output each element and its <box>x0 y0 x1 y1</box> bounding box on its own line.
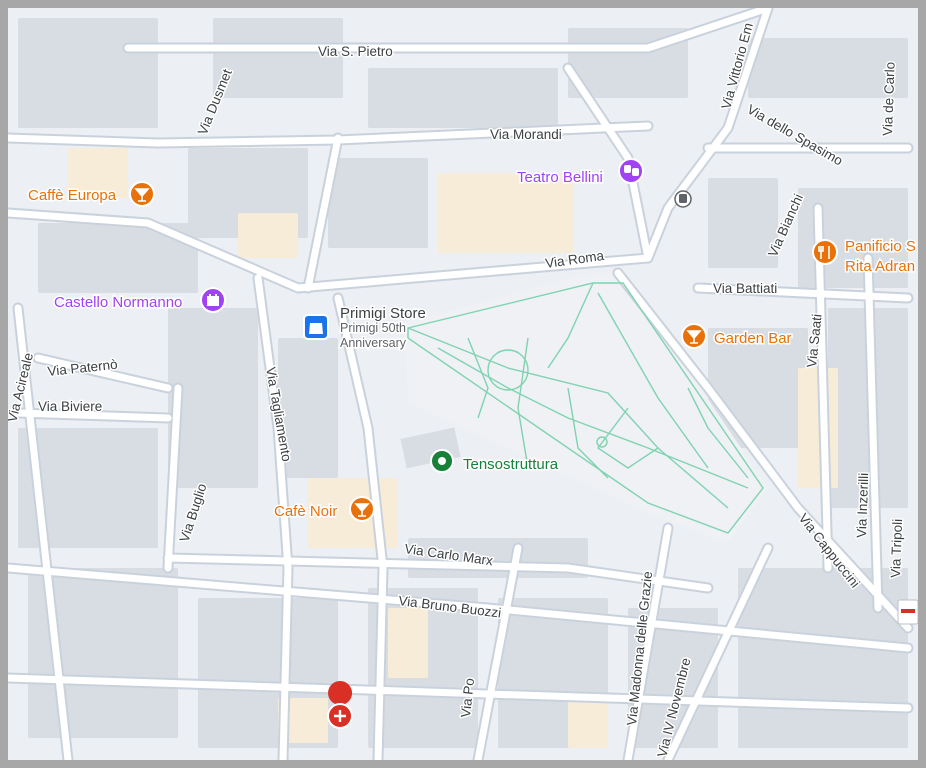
street-label-via-battiati: Via Battiati <box>713 281 777 296</box>
poi-label-cafe-noir: Cafè Noir <box>274 503 337 520</box>
poi-label-panificio-line2: Rita Adran <box>845 258 915 275</box>
map-canvas[interactable]: Via S. Pietro Via Dusmet Via Morandi Via… <box>8 8 918 760</box>
street-label-via-morandi: Via Morandi <box>490 127 562 142</box>
poi-label-panificio-line1: Panificio S <box>845 238 916 255</box>
mask-glyph-2 <box>632 168 639 176</box>
poi-label-caffe-europa: Caffè Europa <box>28 187 117 204</box>
street-label-via-s-pietro: Via S. Pietro <box>318 44 393 59</box>
street-label-via-de-carlo: Via de Carlo <box>880 62 898 137</box>
poi-label-castello-normanno: Castello Normanno <box>54 294 182 311</box>
fork-knife-icon <box>812 239 838 265</box>
bus-glyph <box>679 194 687 203</box>
poi-label-primigi-store: Primigi Store <box>340 305 426 322</box>
poi-label-tensostruttura: Tensostruttura <box>463 456 559 473</box>
place-pin-glyph <box>438 457 446 465</box>
map-view[interactable]: Via S. Pietro Via Dusmet Via Morandi Via… <box>8 8 918 760</box>
street-label-via-biviere: Via Biviere <box>38 399 102 414</box>
street-label-via-tripoli: Via Tripoli <box>888 519 905 579</box>
map-frame: Via S. Pietro Via Dusmet Via Morandi Via… <box>0 0 926 768</box>
poi-sublabel-primigi-line2: Anniversary <box>340 336 407 350</box>
poi-label-teatro-bellini: Teatro Bellini <box>517 169 603 186</box>
poi-label-garden-bar: Garden Bar <box>714 330 792 347</box>
poi-sublabel-primigi-line1: Primigi 50th <box>340 321 406 335</box>
poi-bus-stop[interactable] <box>674 190 692 208</box>
shopping-bag-glyph <box>309 323 323 334</box>
mask-glyph-1 <box>624 165 631 173</box>
street-label-via-inzerilli: Via Inzerilli <box>854 473 871 539</box>
edge-sign-mark <box>901 609 915 613</box>
